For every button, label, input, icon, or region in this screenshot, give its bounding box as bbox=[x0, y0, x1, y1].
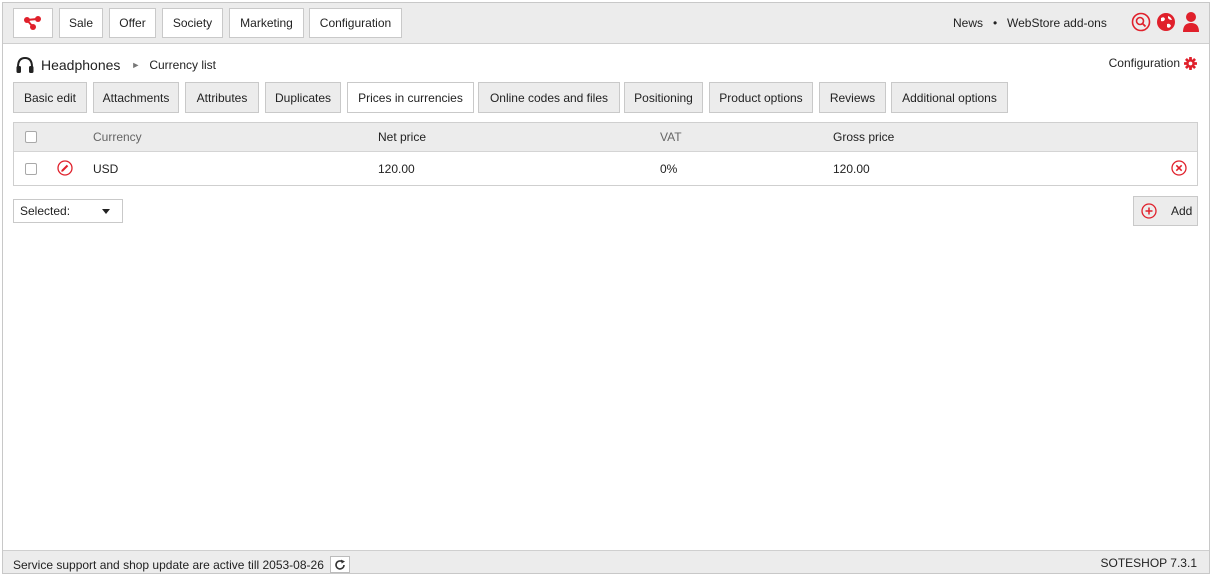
page-title: Currency list bbox=[149, 58, 217, 72]
globe-icon bbox=[1157, 13, 1175, 31]
select-all-checkbox[interactable] bbox=[25, 131, 37, 143]
version-label: SOTESHOP 7.3.1 bbox=[1100, 556, 1198, 570]
cell-vat: 0% bbox=[660, 162, 678, 176]
menu-sale[interactable]: Sale bbox=[59, 8, 103, 38]
tab-basic-edit[interactable]: Basic edit bbox=[13, 82, 87, 113]
tab-prices-in-currencies[interactable]: Prices in currencies bbox=[347, 82, 474, 113]
top-navigation-bar: Sale Offer Society Marketing Configurati… bbox=[3, 3, 1209, 44]
plus-circle-icon bbox=[1141, 203, 1157, 219]
column-header-vat[interactable]: VAT bbox=[660, 130, 682, 144]
cell-gross-price: 120.00 bbox=[833, 162, 870, 176]
news-link[interactable]: News bbox=[953, 16, 983, 30]
tab-product-options[interactable]: Product options bbox=[709, 82, 813, 113]
menu-marketing[interactable]: Marketing bbox=[229, 8, 304, 38]
bulk-action-label: Selected: bbox=[20, 204, 71, 218]
search-icon bbox=[1131, 12, 1151, 32]
tab-positioning[interactable]: Positioning bbox=[624, 82, 703, 113]
app-window: Sale Offer Society Marketing Configurati… bbox=[2, 2, 1210, 574]
edit-button[interactable] bbox=[57, 160, 73, 179]
link-separator: • bbox=[993, 16, 998, 30]
service-status-text: Service support and shop update are acti… bbox=[13, 557, 324, 572]
column-header-currency[interactable]: Currency bbox=[93, 130, 142, 144]
share-nodes-icon bbox=[24, 16, 41, 30]
user-account-button[interactable] bbox=[1180, 11, 1202, 33]
menu-society[interactable]: Society bbox=[162, 8, 223, 38]
delete-button[interactable] bbox=[1171, 160, 1187, 179]
language-button[interactable] bbox=[1155, 11, 1177, 33]
configuration-link-label: Configuration bbox=[1108, 56, 1180, 70]
remove-circle-icon bbox=[1171, 160, 1187, 176]
breadcrumb-separator: ► bbox=[131, 60, 141, 70]
headphones-icon bbox=[16, 56, 34, 73]
tab-attributes[interactable]: Attributes bbox=[185, 82, 259, 113]
bulk-action-select[interactable]: Selected: bbox=[13, 199, 123, 223]
table-row[interactable]: USD 120.00 0% 120.00 bbox=[14, 152, 1197, 185]
refresh-icon bbox=[335, 559, 345, 570]
status-bar: Service support and shop update are acti… bbox=[3, 550, 1209, 573]
tab-additional-options[interactable]: Additional options bbox=[891, 82, 1008, 113]
configuration-link[interactable]: Configuration bbox=[1109, 56, 1197, 70]
column-header-net-price[interactable]: Net price bbox=[378, 130, 426, 144]
menu-offer[interactable]: Offer bbox=[109, 8, 156, 38]
product-title[interactable]: Headphones bbox=[41, 57, 120, 73]
breadcrumb: Headphones ► Currency list bbox=[15, 53, 216, 77]
user-icon bbox=[1183, 12, 1199, 32]
service-status: Service support and shop update are acti… bbox=[13, 556, 350, 573]
gear-icon bbox=[1184, 56, 1197, 70]
tab-attachments[interactable]: Attachments bbox=[93, 82, 179, 113]
tab-duplicates[interactable]: Duplicates bbox=[265, 82, 341, 113]
tab-reviews[interactable]: Reviews bbox=[819, 82, 886, 113]
webstore-addons-link[interactable]: WebStore add-ons bbox=[1007, 16, 1107, 30]
cell-net-price: 120.00 bbox=[378, 162, 415, 176]
tab-online-codes-and-files[interactable]: Online codes and files bbox=[478, 82, 620, 113]
menu-configuration[interactable]: Configuration bbox=[309, 8, 402, 38]
add-button[interactable]: Add bbox=[1133, 196, 1198, 226]
column-header-gross-price[interactable]: Gross price bbox=[833, 130, 894, 144]
add-button-label: Add bbox=[1171, 204, 1193, 218]
table-header: Currency Net price VAT Gross price bbox=[14, 123, 1197, 152]
home-logo-button[interactable] bbox=[13, 8, 53, 38]
refresh-button[interactable] bbox=[329, 556, 350, 573]
row-checkbox[interactable] bbox=[25, 163, 37, 175]
chevron-down-icon bbox=[102, 209, 110, 214]
currency-table: Currency Net price VAT Gross price USD 1… bbox=[13, 122, 1198, 186]
cell-currency: USD bbox=[93, 162, 119, 176]
pencil-icon bbox=[57, 160, 73, 176]
search-button[interactable] bbox=[1130, 11, 1152, 33]
